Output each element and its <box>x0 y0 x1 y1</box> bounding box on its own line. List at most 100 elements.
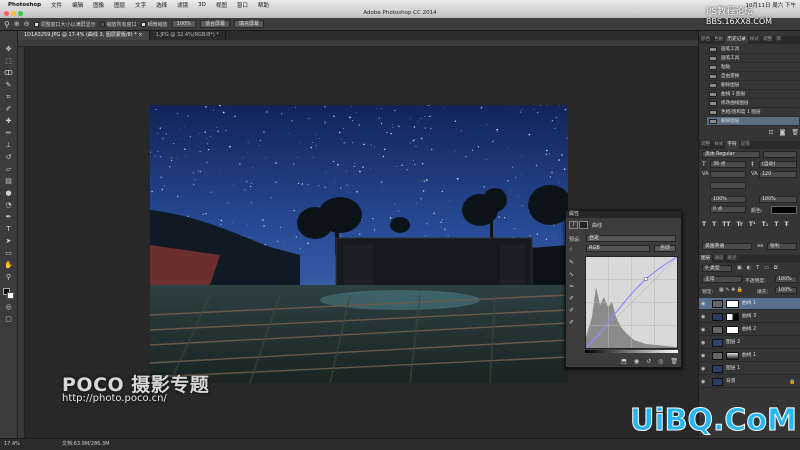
new-document-icon[interactable]: ⊡ <box>769 129 774 137</box>
fill-field[interactable]: 100% <box>775 287 797 294</box>
type-tool-icon[interactable]: T <box>3 225 14 234</box>
tab-paths[interactable]: 路径 <box>725 255 738 263</box>
history-item[interactable]: 曲线 3 图层 <box>707 90 799 99</box>
edit-points-icon[interactable]: ✎ <box>569 259 574 266</box>
draw-curve-icon[interactable]: ∿ <box>569 271 574 278</box>
mask-thumbnail[interactable] <box>726 300 739 308</box>
zoom-level[interactable]: 17.4% <box>4 439 20 450</box>
crop-tool-icon[interactable]: ⌗ <box>3 93 14 102</box>
history-item[interactable]: 修改曲线图层 <box>707 99 799 108</box>
horizontal-ruler[interactable] <box>18 40 698 47</box>
history-item[interactable]: 色相/饱和度 1 图层 <box>707 108 799 117</box>
shape-tool-icon[interactable]: ▭ <box>3 249 14 258</box>
history-item[interactable]: 画笔工具 <box>707 45 799 54</box>
menu-image[interactable]: 图像 <box>88 1 109 9</box>
font-style-dropdown[interactable] <box>763 151 797 158</box>
history-item[interactable]: 删除图层 <box>707 81 799 90</box>
eyedropper-tool-icon[interactable]: ✐ <box>3 105 14 114</box>
app-menu[interactable]: Photoshop <box>5 2 46 8</box>
blend-mode-dropdown[interactable]: 正常 <box>702 276 742 283</box>
fit-screen-button[interactable]: 适合屏幕 <box>199 20 230 28</box>
brush-tool-icon[interactable]: ✏ <box>3 129 14 138</box>
horizontal-scale-field[interactable]: 100% <box>759 196 797 203</box>
hand-tool-icon[interactable]: ✋ <box>3 261 14 270</box>
menu-view[interactable]: 视图 <box>211 1 232 9</box>
menu-3d[interactable]: 3D <box>193 2 211 8</box>
zoom-out-icon[interactable]: ⊖ <box>24 20 30 28</box>
night-sky-photo[interactable] <box>150 105 568 383</box>
menu-filter[interactable]: 滤镜 <box>172 1 193 9</box>
snapshot-icon[interactable]: ◙ <box>780 129 786 137</box>
lasso-tool-icon[interactable]: ↀ <box>3 69 14 78</box>
zoom-tool-icon[interactable]: ⚲ <box>3 273 14 282</box>
layer-row[interactable]: ◉ 背景 🔒 <box>699 376 800 388</box>
toggle-visibility-icon[interactable]: ◎ <box>658 357 663 366</box>
tab-color[interactable]: 颜色 <box>699 36 712 44</box>
tab-document-2[interactable]: 1.JPG @ 32.4%(RGB/8*) * <box>150 31 226 40</box>
menu-type[interactable]: 文字 <box>130 1 151 9</box>
small-caps-button[interactable]: Tr <box>737 221 743 229</box>
clip-to-layer-icon[interactable]: ⬒ <box>621 357 627 366</box>
tab-style[interactable]: 样式 <box>712 141 725 149</box>
view-previous-icon[interactable]: ◉ <box>634 357 639 366</box>
fill-screen-button[interactable]: 填充屏幕 <box>233 20 264 28</box>
zoom-button[interactable] <box>18 11 23 16</box>
marquee-tool-icon[interactable]: ⬚ <box>3 57 14 66</box>
history-item[interactable]: 粘贴 <box>707 63 799 72</box>
tab-libraries[interactable]: 库 <box>774 36 783 44</box>
layer-filter-dropdown[interactable]: ⚲ 类型 <box>702 265 732 272</box>
mask-thumbnail[interactable] <box>726 352 739 360</box>
tab-layers[interactable]: 图层 <box>699 255 713 263</box>
clone-stamp-tool-icon[interactable]: ⊥ <box>3 141 14 150</box>
layer-row[interactable]: ◉ 曲线 1 <box>699 350 800 362</box>
auto-button[interactable]: 自动 <box>654 245 676 252</box>
font-size-field[interactable]: 36 点 <box>710 161 746 168</box>
target-adjust-icon[interactable]: ☝ <box>569 246 573 253</box>
layer-row[interactable]: ◉ 图层 1 <box>699 363 800 375</box>
tab-document-1[interactable]: 1D1A3259.JPG @ 17.4% (曲线 3, 图层蒙版/8) * × <box>18 31 150 40</box>
filter-type-icon[interactable]: T <box>756 265 759 273</box>
faux-bold-button[interactable]: T <box>702 221 706 229</box>
history-brush-tool-icon[interactable]: ↺ <box>3 153 14 162</box>
background-color-swatch[interactable] <box>7 292 14 299</box>
white-point-eyedropper-icon[interactable]: ✐ <box>569 319 574 326</box>
zoom-all-checkbox[interactable]: 缩放所有窗口 <box>99 21 137 28</box>
font-family-dropdown[interactable]: 黑体 Regular <box>702 151 760 158</box>
underline-button[interactable]: T <box>774 221 778 229</box>
layer-row[interactable]: ◉ 图层 2 <box>699 337 800 349</box>
quick-mask-icon[interactable]: ◎ <box>3 303 14 312</box>
history-item-selected[interactable]: 删除图层 <box>707 117 799 126</box>
scale-field[interactable] <box>710 182 746 189</box>
layer-row[interactable]: ◉ 曲线 2 <box>699 324 800 336</box>
gradient-tool-icon[interactable]: ▤ <box>3 177 14 186</box>
properties-header[interactable]: 属性 <box>566 211 681 218</box>
lock-icons[interactable]: ▦ ✎ ✥ 🔒 <box>719 287 743 293</box>
history-item[interactable]: 自由变换 <box>707 72 799 81</box>
antialias-dropdown[interactable]: 锐利 <box>767 243 797 250</box>
layer-row[interactable]: ◉ 曲线 1 <box>699 298 800 310</box>
delete-adjustment-icon[interactable]: 🗑 <box>670 357 678 366</box>
zoom-100-button[interactable]: 100% <box>171 20 196 28</box>
text-color-swatch[interactable] <box>771 206 797 214</box>
superscript-button[interactable]: T¹ <box>749 221 756 229</box>
layer-row[interactable]: ◉ 曲线 3 <box>699 311 800 323</box>
dodge-tool-icon[interactable]: ◔ <box>3 201 14 210</box>
history-item[interactable]: 画笔工具 <box>707 54 799 63</box>
move-tool-icon[interactable]: ✥ <box>3 45 14 54</box>
menu-file[interactable]: 文件 <box>46 1 67 9</box>
visibility-eye-icon[interactable]: ◉ <box>701 301 705 307</box>
menu-window[interactable]: 窗口 <box>232 1 253 9</box>
language-dropdown[interactable]: 美国英语 <box>702 243 752 250</box>
tab-styles[interactable]: 样式 <box>748 36 761 44</box>
quick-select-tool-icon[interactable]: ✎ <box>3 81 14 90</box>
kerning-field[interactable] <box>710 171 746 178</box>
visibility-eye-icon[interactable]: ◉ <box>701 379 705 385</box>
curve-graph[interactable] <box>585 256 678 349</box>
filter-adjustment-icon[interactable]: ◐ <box>747 265 751 273</box>
blur-tool-icon[interactable]: ● <box>3 189 14 198</box>
strikethrough-button[interactable]: Ŧ <box>784 221 788 229</box>
faux-italic-button[interactable]: T <box>712 221 716 229</box>
preset-dropdown[interactable]: 自定 <box>586 235 676 242</box>
vertical-ruler[interactable] <box>18 47 25 438</box>
visibility-eye-icon[interactable]: ◉ <box>701 314 705 320</box>
